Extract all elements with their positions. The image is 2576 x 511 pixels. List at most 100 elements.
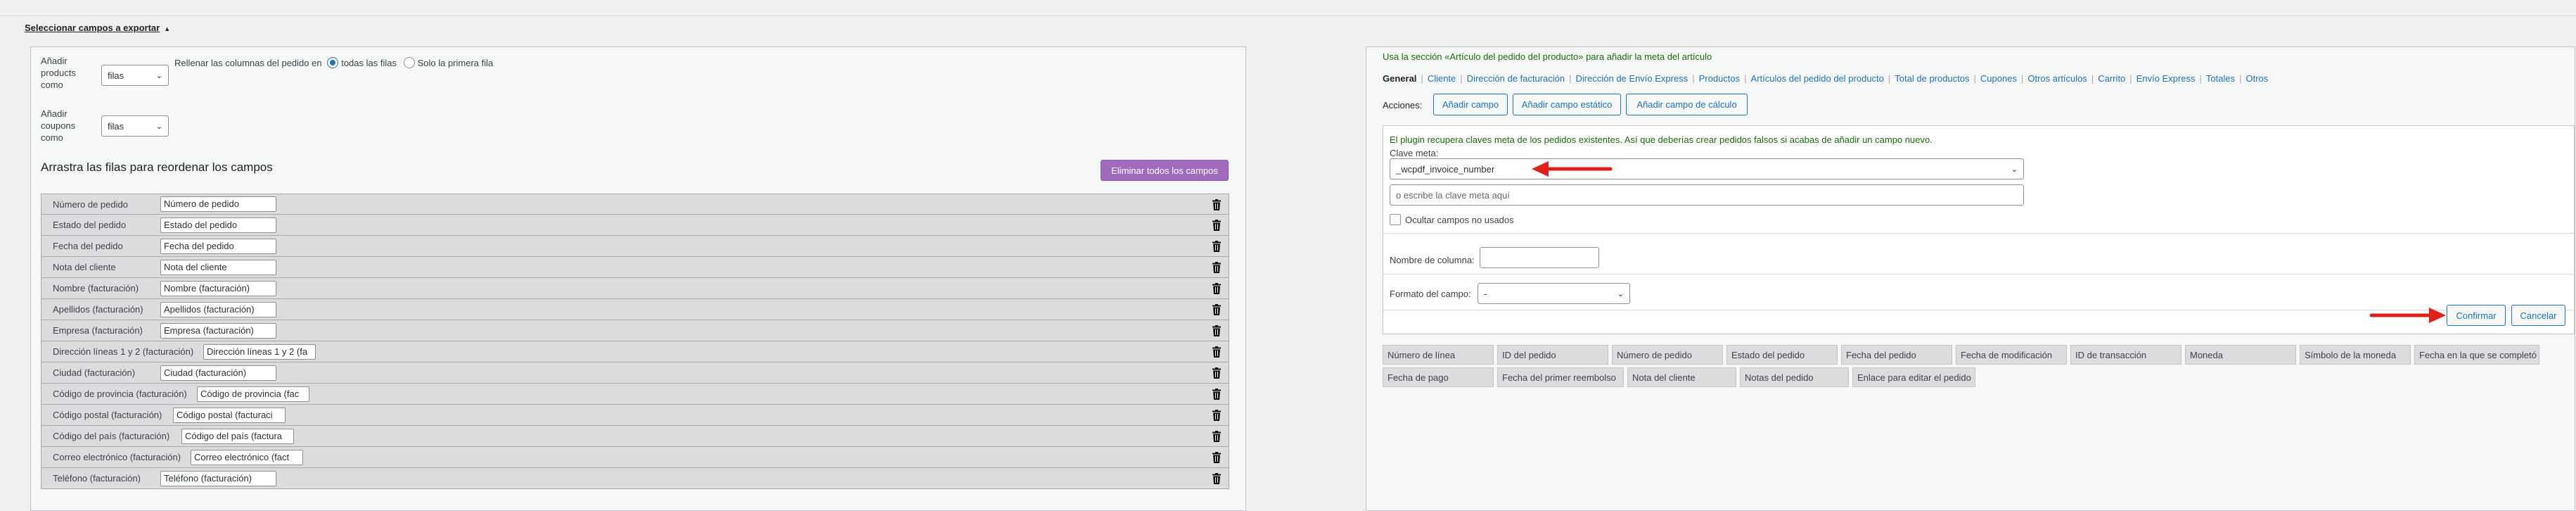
table-row[interactable]: Apellidos (facturación) Apellidos (factur… [41, 299, 1229, 320]
table-row[interactable]: Fecha del pedido Fecha del pedido [41, 236, 1229, 257]
tab-3[interactable]: Dirección de Envío Express [1576, 73, 1689, 84]
red-arrow-left-icon [1532, 161, 1613, 177]
table-row[interactable]: Nota del cliente Nota del cliente [41, 257, 1229, 278]
radio-first-row[interactable] [403, 57, 415, 68]
trash-icon[interactable] [1212, 367, 1222, 379]
table-row[interactable]: Código de provincia (facturación) Código … [41, 384, 1229, 405]
tab-7[interactable]: Cupones [1980, 73, 2017, 84]
table-row[interactable]: Estado del pedido Estado del pedido [41, 215, 1229, 236]
products-label: Añadir products como [41, 56, 76, 90]
field-row-label: Código postal (facturación) [53, 410, 162, 420]
field-row-column-input[interactable]: Código postal (facturaci [173, 407, 286, 423]
trash-icon[interactable] [1212, 241, 1222, 252]
trash-icon[interactable] [1212, 346, 1222, 358]
trash-icon[interactable] [1212, 199, 1222, 210]
radio-all-rows[interactable] [327, 57, 339, 68]
tab-2[interactable]: Dirección de facturación [1467, 73, 1565, 84]
section-title: Seleccionar campos a exportar [25, 23, 160, 33]
field-tag[interactable]: Enlace para editar el pedido [1852, 367, 1975, 387]
products-mode-select[interactable]: filas ⌄ [101, 65, 169, 86]
tab-9[interactable]: Carrito [2098, 73, 2125, 84]
trash-icon[interactable] [1212, 304, 1222, 315]
trash-icon[interactable] [1212, 325, 1222, 336]
tab-0[interactable]: General [1383, 73, 1416, 84]
field-row-column-input[interactable]: Número de pedido [160, 196, 276, 212]
field-row-column-input[interactable]: Teléfono (facturación) [160, 470, 276, 486]
trash-icon[interactable] [1212, 283, 1222, 294]
field-tag[interactable]: Moneda [2185, 345, 2296, 365]
tab-5[interactable]: Artículos del pedido del producto [1751, 73, 1884, 84]
top-divider [0, 15, 2576, 16]
trash-icon[interactable] [1212, 262, 1222, 273]
field-tag[interactable]: Fecha del primer reembolso [1497, 367, 1624, 387]
tab-6[interactable]: Total de productos [1895, 73, 1969, 84]
field-tag[interactable]: Símbolo de la moneda [2300, 345, 2411, 365]
field-format-select[interactable]: - ⌄ [1478, 283, 1630, 304]
field-row-label: Ciudad (facturación) [53, 367, 136, 378]
delete-all-fields-button[interactable]: Eliminar todos los campos [1101, 160, 1229, 181]
export-fields-toggle[interactable]: Seleccionar campos a exportar ▲ [25, 23, 170, 33]
tab-separator: | [1421, 73, 1423, 84]
table-row[interactable]: Ciudad (facturación) Ciudad (facturación) [41, 362, 1229, 384]
table-row[interactable]: Empresa (facturación) Empresa (facturació… [41, 320, 1229, 341]
field-row-column-input[interactable]: Dirección líneas 1 y 2 (fa [203, 343, 316, 360]
field-row-column-input[interactable]: Correo electrónico (fact [191, 449, 303, 465]
tab-1[interactable]: Cliente [1428, 73, 1456, 84]
trash-icon[interactable] [1212, 431, 1222, 442]
coupons-mode-select[interactable]: filas ⌄ [101, 115, 169, 137]
add-static-field-button[interactable]: Añadir campo estático [1513, 94, 1621, 115]
column-name-input[interactable] [1480, 247, 1599, 268]
field-row-column-input[interactable]: Ciudad (facturación) [160, 365, 276, 381]
field-tag[interactable]: Nota del cliente [1627, 367, 1736, 387]
meta-key-input[interactable]: o escribe la clave meta aquí [1390, 184, 2024, 206]
field-row-column-input[interactable]: Nombre (facturación) [160, 280, 276, 296]
field-tag[interactable]: Estado del pedido [1726, 345, 1838, 365]
tab-4[interactable]: Productos [1699, 73, 1741, 84]
hide-unused-checkbox[interactable] [1390, 214, 1401, 225]
trash-icon[interactable] [1212, 220, 1222, 231]
confirm-button[interactable]: Confirmar [2447, 305, 2506, 326]
table-row[interactable]: Código del país (facturación) Código del … [41, 426, 1229, 447]
field-row-column-input[interactable]: Fecha del pedido [160, 238, 276, 254]
caret-up-icon: ▲ [164, 25, 171, 32]
hide-unused-label: Ocultar campos no usados [1405, 215, 1514, 225]
field-tag[interactable]: ID del pedido [1497, 345, 1608, 365]
table-row[interactable]: Dirección líneas 1 y 2 (facturación) Dire… [41, 341, 1229, 362]
field-tag[interactable]: Fecha de pago [1383, 367, 1494, 387]
tab-10[interactable]: Envío Express [2136, 73, 2196, 84]
cancel-button[interactable]: Cancelar [2511, 305, 2565, 326]
field-tag[interactable]: Número de línea [1383, 345, 1494, 365]
field-row-column-input[interactable]: Nota del cliente [160, 259, 276, 275]
table-row[interactable]: Correo electrónico (facturación) Correo e… [41, 447, 1229, 468]
tab-11[interactable]: Totales [2206, 73, 2235, 84]
trash-icon[interactable] [1212, 389, 1222, 400]
field-row-column-input[interactable]: Código de provincia (fac [197, 386, 309, 402]
table-row[interactable]: Número de pedido Número de pedido [41, 194, 1229, 215]
tab-12[interactable]: Otros [2246, 73, 2269, 84]
field-tag[interactable]: Fecha de modificación [1956, 345, 2067, 365]
table-row[interactable]: Teléfono (facturación) Teléfono (facturac… [41, 468, 1229, 489]
field-tag[interactable]: Notas del pedido [1740, 367, 1849, 387]
trash-icon[interactable] [1212, 452, 1222, 463]
table-row[interactable]: Código postal (facturación) Código postal… [41, 405, 1229, 426]
field-row-column-input[interactable]: Código del país (factura [181, 428, 294, 444]
trash-icon[interactable] [1212, 473, 1222, 484]
field-tag[interactable]: Fecha en la que se completó [2414, 345, 2539, 365]
field-row-column-input[interactable]: Estado del pedido [160, 217, 276, 233]
add-field-button[interactable]: Añadir campo [1433, 94, 1508, 115]
field-row-label: Nota del cliente [53, 262, 116, 272]
add-calc-field-button[interactable]: Añadir campo de cálculo [1626, 94, 1748, 115]
field-tag[interactable]: Número de pedido [1612, 345, 1723, 365]
field-rows: Número de pedido Número de pedido Estado d… [41, 194, 1229, 489]
trash-icon[interactable] [1212, 410, 1222, 421]
column-name-label: Nombre de columna: [1390, 255, 1475, 265]
field-format-value: - [1484, 288, 1487, 299]
meta-key-select[interactable]: _wcpdf_invoice_number ⌄ [1390, 158, 2024, 179]
field-row-column-input[interactable]: Apellidos (facturación) [160, 301, 276, 317]
product-meta-notice: Usa la sección «Artículo del pedido del … [1383, 51, 1712, 62]
field-row-column-input[interactable]: Empresa (facturación) [160, 322, 276, 339]
field-tag[interactable]: ID de transacción [2070, 345, 2181, 365]
field-tag[interactable]: Fecha del pedido [1841, 345, 1952, 365]
table-row[interactable]: Nombre (facturación) Nombre (facturación) [41, 278, 1229, 299]
tab-8[interactable]: Otros artículos [2027, 73, 2087, 84]
